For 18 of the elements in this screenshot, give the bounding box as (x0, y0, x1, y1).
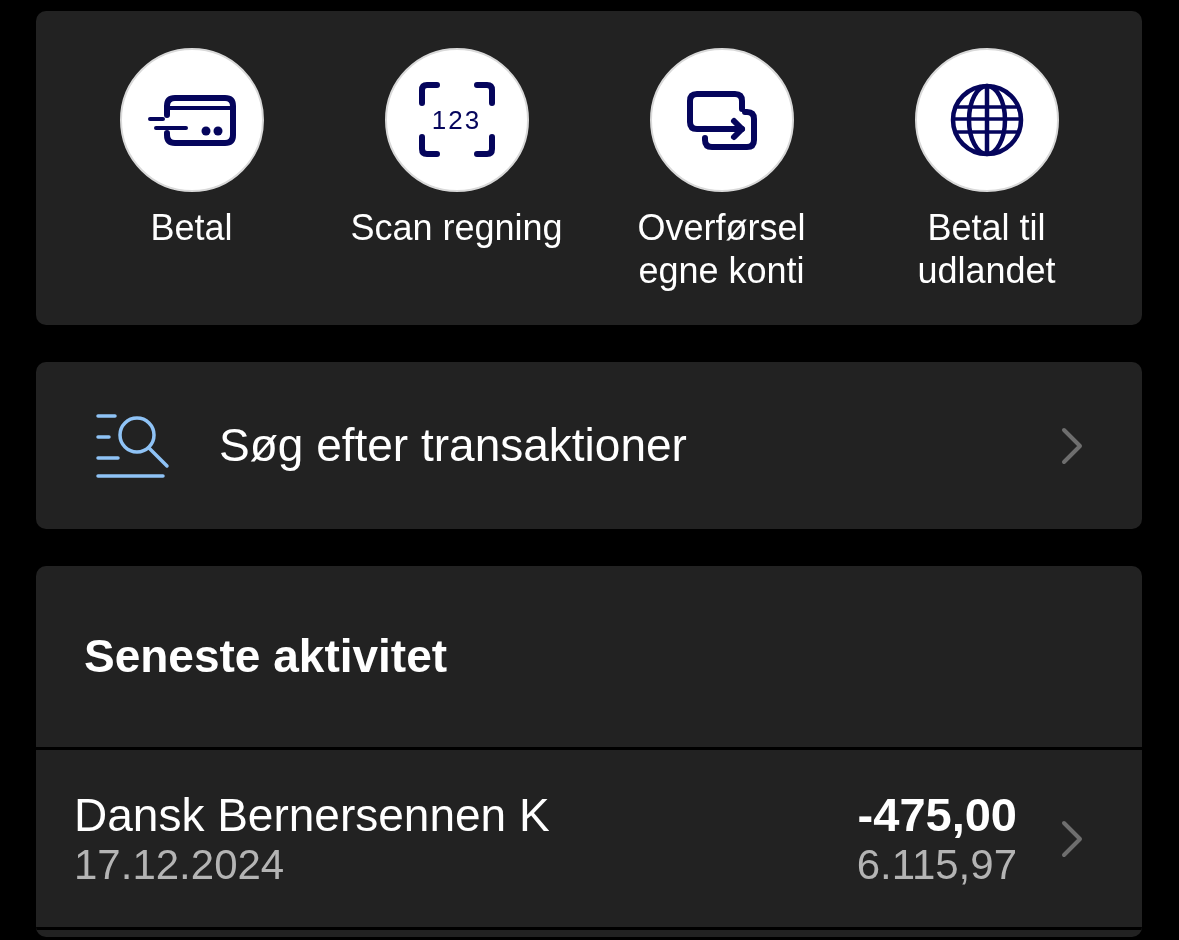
search-icon (95, 412, 171, 479)
transaction-row[interactable]: Dansk Bernersennen K 17.12.2024 -475,00 6.115,97 (36, 747, 1142, 930)
action-label: Betal til udlandet (916, 206, 1057, 292)
action-label: Overførsel egne konti (636, 206, 807, 292)
scan-frame-icon (417, 81, 496, 159)
section-title: Seneste aktivitet (84, 631, 448, 682)
chevron-right-icon (1059, 425, 1085, 466)
search-transactions-button[interactable]: Søg efter transaktioner (36, 362, 1142, 529)
action-label: Betal (150, 206, 233, 249)
action-button[interactable]: 123 (384, 48, 529, 192)
transaction-date: 17.12.2024 (74, 840, 286, 889)
credit-card-icon (146, 93, 237, 147)
transaction-name: Dansk Bernersennen K (74, 788, 551, 841)
action-label: Scan regning (350, 206, 563, 249)
chevron-right-icon (1059, 818, 1085, 859)
transaction-amount: -475,00 (857, 788, 1017, 841)
balance-amount: 6.115,97 (856, 840, 1017, 889)
globe-icon (948, 82, 1025, 158)
